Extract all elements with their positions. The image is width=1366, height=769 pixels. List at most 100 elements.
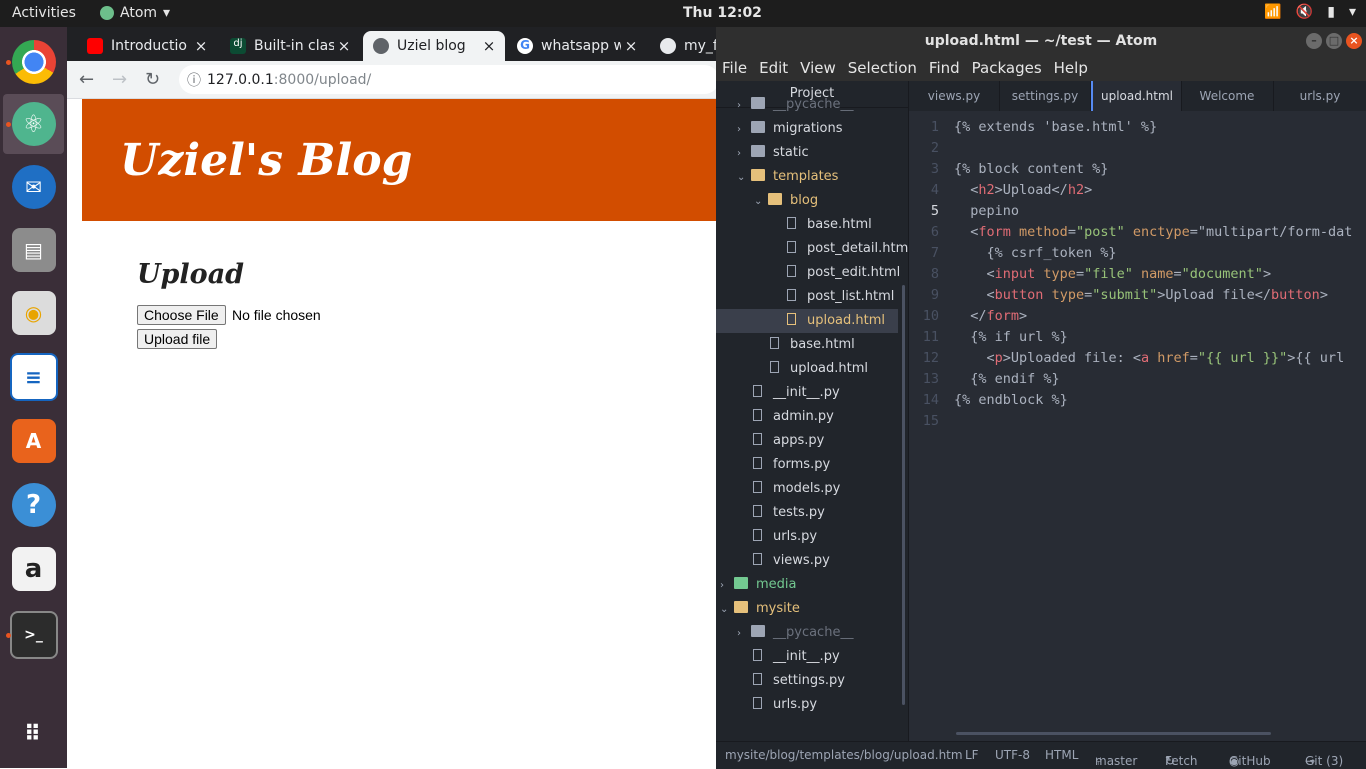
menu-view[interactable]: View	[794, 55, 842, 81]
encoding[interactable]: UTF-8	[995, 748, 1030, 762]
tab-built-in[interactable]: dj Built-in clas ×	[220, 31, 360, 61]
reload-button[interactable]: ↻	[145, 69, 160, 90]
tree-file[interactable]: forms.py	[716, 453, 898, 477]
tree-file[interactable]: views.py	[716, 549, 898, 573]
tree-folder[interactable]: ⌄ mysite	[716, 597, 898, 621]
tree-file[interactable]: apps.py	[716, 429, 898, 453]
line-number[interactable]: 12	[909, 350, 939, 366]
menu-selection[interactable]: Selection	[842, 55, 923, 81]
system-tray[interactable]: 📶 🔇 ▮ ▾	[1264, 4, 1356, 20]
maximize-icon[interactable]: □	[1326, 33, 1342, 49]
line-number[interactable]: 9	[909, 287, 939, 303]
tree-file[interactable]: urls.py	[716, 525, 898, 549]
dock-writer[interactable]: ≡	[3, 347, 64, 407]
tree-folder[interactable]: ⌄ blog	[716, 189, 898, 213]
tree-file[interactable]: post_list.html	[716, 285, 898, 309]
tab-uziel-blog[interactable]: Uziel blog ×	[363, 31, 505, 61]
line-number[interactable]: 15	[909, 413, 939, 429]
tab-settings-py[interactable]: settings.py	[1000, 81, 1091, 111]
tree-file[interactable]: base.html	[716, 213, 898, 237]
code-line[interactable]: <button type="submit">Upload file</butto…	[954, 287, 1328, 303]
menu-help[interactable]: Help	[1048, 55, 1094, 81]
code-line[interactable]: <p>Uploaded file: <a href="{{ url }}">{{…	[954, 350, 1345, 366]
code-line[interactable]: <h2>Upload</h2>	[954, 182, 1092, 198]
code-line[interactable]: pepino	[954, 203, 1019, 219]
activities-button[interactable]: Activities	[12, 5, 76, 21]
line-number[interactable]: 2	[909, 140, 939, 156]
line-ending[interactable]: LF	[965, 748, 979, 762]
dock-terminal[interactable]: >_	[3, 605, 64, 665]
code-line[interactable]: {% if url %}	[954, 329, 1068, 345]
line-number[interactable]: 8	[909, 266, 939, 282]
close-icon[interactable]: ×	[1346, 33, 1362, 49]
line-number[interactable]: 14	[909, 392, 939, 408]
close-icon[interactable]: ×	[479, 37, 499, 55]
dock-software[interactable]: A	[3, 411, 64, 471]
menu-packages[interactable]: Packages	[966, 55, 1048, 81]
tree-folder[interactable]: › static	[716, 141, 898, 165]
dock-help[interactable]: ?	[3, 475, 64, 535]
dock-files[interactable]: ▤	[3, 220, 64, 280]
upload-file-button[interactable]: Upload file	[137, 329, 218, 349]
tree-folder[interactable]: › migrations	[716, 117, 898, 141]
tab-urls-py[interactable]: urls.py	[1274, 81, 1366, 111]
minimize-icon[interactable]: –	[1306, 33, 1322, 49]
tree-file[interactable]: urls.py	[716, 693, 898, 717]
tree-file[interactable]: tests.py	[716, 501, 898, 525]
address-bar[interactable]: ⓘ 127.0.0.1:8000/upload/	[179, 65, 719, 94]
tree-folder[interactable]: › __pycache__	[716, 93, 898, 117]
tree-file[interactable]: base.html	[716, 333, 898, 357]
tree-file[interactable]: models.py	[716, 477, 898, 501]
back-button[interactable]: ←	[79, 69, 94, 90]
dock-thunderbird[interactable]: ✉	[3, 157, 64, 217]
menu-file[interactable]: File	[716, 55, 753, 81]
tab-introduction[interactable]: Introductio ×	[77, 31, 217, 61]
close-icon[interactable]: ×	[191, 37, 211, 55]
menu-edit[interactable]: Edit	[753, 55, 794, 81]
choose-file-button[interactable]: Choose File	[137, 305, 226, 325]
tab-welcome[interactable]: Welcome	[1181, 81, 1274, 111]
dock-amazon[interactable]: a	[3, 539, 64, 599]
code-line[interactable]: <form method="post" enctype="multipart/f…	[954, 224, 1352, 240]
tree-file[interactable]: __init__.py	[716, 381, 898, 405]
editor-scrollbar[interactable]	[956, 732, 1271, 735]
code-line[interactable]: <input type="file" name="document">	[954, 266, 1272, 282]
tab-upload-html[interactable]: upload.html	[1091, 81, 1182, 111]
dock-chrome[interactable]	[3, 32, 64, 92]
tab-github[interactable]: my_f	[650, 31, 716, 61]
show-applications-button[interactable]: ⠿	[3, 704, 64, 764]
code-line[interactable]: {% endif %}	[954, 371, 1059, 387]
dock-rhythmbox[interactable]: ◉	[3, 283, 64, 343]
clock[interactable]: Thu 12:02	[683, 5, 762, 21]
tree-file[interactable]: upload.html	[716, 357, 898, 381]
line-number[interactable]: 6	[909, 224, 939, 240]
dock-atom[interactable]: ⚛	[3, 94, 64, 154]
close-icon[interactable]: ×	[621, 37, 641, 55]
tree-file[interactable]: post_detail.html	[716, 237, 908, 261]
tree-folder[interactable]: › __pycache__	[716, 621, 898, 645]
tree-folder[interactable]: ⌄ templates	[716, 165, 898, 189]
tree-file[interactable]: upload.html	[716, 309, 898, 333]
line-number[interactable]: 4	[909, 182, 939, 198]
close-icon[interactable]: ×	[334, 37, 354, 55]
line-number[interactable]: 11	[909, 329, 939, 345]
blog-title[interactable]: Uziel's Blog	[120, 135, 412, 186]
code-line[interactable]: </form>	[954, 308, 1027, 324]
code-line[interactable]: {% block content %}	[954, 161, 1108, 177]
line-number[interactable]: 13	[909, 371, 939, 387]
line-number[interactable]: 10	[909, 308, 939, 324]
tree-scrollbar[interactable]	[902, 285, 905, 705]
forward-button[interactable]: →	[112, 69, 127, 90]
tab-whatsapp[interactable]: G whatsapp w ×	[507, 31, 647, 61]
menu-find[interactable]: Find	[923, 55, 966, 81]
code-line[interactable]: {% extends 'base.html' %}	[954, 119, 1157, 135]
line-number[interactable]: 7	[909, 245, 939, 261]
tab-views-py[interactable]: views.py	[909, 81, 1000, 111]
file-path[interactable]: mysite/blog/templates/blog/upload.htm	[725, 748, 963, 762]
grammar[interactable]: HTML	[1045, 748, 1078, 762]
code-editor[interactable]: 1 {% extends 'base.html' %} 2 3 {% block con…	[909, 111, 1366, 741]
tree-file[interactable]: admin.py	[716, 405, 898, 429]
tree-file[interactable]: post_edit.html	[716, 261, 900, 285]
tree-file[interactable]: __init__.py	[716, 645, 898, 669]
code-line[interactable]: {% csrf_token %}	[954, 245, 1117, 261]
